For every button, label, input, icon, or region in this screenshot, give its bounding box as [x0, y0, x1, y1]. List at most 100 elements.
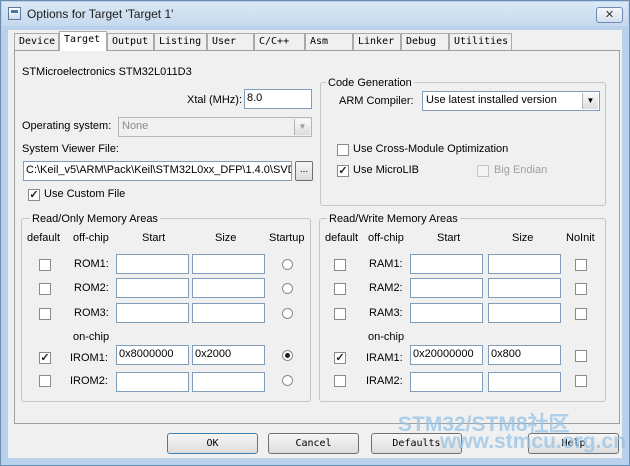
- iram2-noinit-checkbox[interactable]: [575, 375, 587, 387]
- irom1-label: IROM1:: [70, 352, 108, 364]
- rom-header-default: default: [27, 232, 61, 244]
- watermark-line2: www.stmcu.org.cn: [440, 430, 626, 453]
- rom-header-size: Size: [215, 232, 237, 244]
- iram1-default-checkbox[interactable]: ✓: [334, 352, 346, 364]
- rom3-start-input[interactable]: [116, 303, 189, 323]
- rom2-start-input[interactable]: [116, 278, 189, 298]
- use-custom-file-checkbox[interactable]: ✓: [28, 189, 40, 201]
- irom2-startup-radio[interactable]: [282, 375, 293, 386]
- chevron-down-icon: ▼: [582, 93, 598, 109]
- irom2-default-checkbox[interactable]: [39, 375, 51, 387]
- rom2-default-checkbox[interactable]: [39, 283, 51, 295]
- rom3-startup-radio[interactable]: [282, 308, 293, 319]
- ram2-default-checkbox[interactable]: [334, 283, 346, 295]
- readwrite-memory-title: Read/Write Memory Areas: [327, 213, 460, 225]
- iram1-start-input[interactable]: 0x20000000: [410, 345, 483, 365]
- rom-header-startup: Startup: [269, 232, 305, 244]
- code-generation-title: Code Generation: [326, 77, 414, 89]
- xtal-input[interactable]: 8.0: [244, 89, 312, 109]
- irom2-start-input[interactable]: [116, 372, 189, 392]
- ram1-size-input[interactable]: [488, 254, 561, 274]
- ram3-start-input[interactable]: [410, 303, 483, 323]
- iram1-size-input[interactable]: 0x800: [488, 345, 561, 365]
- rom1-default-checkbox[interactable]: [39, 259, 51, 271]
- ram2-noinit-checkbox[interactable]: [575, 283, 587, 295]
- ram3-label: RAM3:: [369, 307, 403, 319]
- irom1-default-checkbox[interactable]: ✓: [39, 352, 51, 364]
- rom1-size-input[interactable]: [192, 254, 265, 274]
- tab-target[interactable]: Target: [59, 31, 107, 51]
- ram-header-offchip: off-chip: [368, 232, 404, 244]
- tab-device[interactable]: Device: [14, 33, 59, 50]
- irom1-size-input[interactable]: 0x2000: [192, 345, 265, 365]
- rom-onchip-label: on-chip: [73, 331, 110, 343]
- xtal-label: Xtal (MHz):: [187, 94, 242, 106]
- rom1-start-input[interactable]: [116, 254, 189, 274]
- tab-output[interactable]: Output: [107, 33, 154, 50]
- rom3-label: ROM3:: [74, 307, 109, 319]
- irom2-label: IROM2:: [70, 375, 108, 387]
- readonly-memory-title: Read/Only Memory Areas: [30, 213, 160, 225]
- rom-header-offchip: off-chip: [73, 232, 109, 244]
- rom3-size-input[interactable]: [192, 303, 265, 323]
- microlib-label: Use MicroLIB: [353, 164, 420, 176]
- rom-header-start: Start: [142, 232, 166, 244]
- iram2-label: IRAM2:: [366, 375, 403, 387]
- ram3-size-input[interactable]: [488, 303, 561, 323]
- system-viewer-input[interactable]: C:\Keil_v5\ARM\Pack\Keil\STM32L0xx_DFP\1…: [23, 161, 292, 181]
- ram-header-default: default: [325, 232, 359, 244]
- tab-utilities[interactable]: Utilities: [449, 33, 512, 50]
- cross-module-label: Use Cross-Module Optimization: [353, 143, 509, 155]
- close-button[interactable]: ✕: [596, 7, 623, 23]
- rom3-default-checkbox[interactable]: [39, 308, 51, 320]
- window-icon: [8, 7, 21, 20]
- use-custom-file-label: Use Custom File: [44, 188, 126, 200]
- arm-compiler-value: Use latest installed version: [426, 94, 557, 106]
- rom2-size-input[interactable]: [192, 278, 265, 298]
- tab-c-cpp[interactable]: C/C++: [254, 33, 305, 50]
- iram2-default-checkbox[interactable]: [334, 375, 346, 387]
- tab-asm[interactable]: Asm: [305, 33, 353, 50]
- operating-system-label: Operating system:: [22, 120, 112, 132]
- window-title: Options for Target 'Target 1': [27, 7, 174, 21]
- ram1-noinit-checkbox[interactable]: [575, 259, 587, 271]
- title-bar[interactable]: Options for Target 'Target 1' ✕: [2, 2, 628, 26]
- tab-debug[interactable]: Debug: [401, 33, 449, 50]
- iram2-size-input[interactable]: [488, 372, 561, 392]
- ok-button[interactable]: OK: [167, 433, 258, 454]
- irom1-start-input[interactable]: 0x8000000: [116, 345, 189, 365]
- ram1-start-input[interactable]: [410, 254, 483, 274]
- irom2-size-input[interactable]: [192, 372, 265, 392]
- big-endian-label: Big Endian: [494, 164, 548, 176]
- rom1-startup-radio[interactable]: [282, 259, 293, 270]
- big-endian-checkbox[interactable]: [477, 165, 489, 177]
- iram1-noinit-checkbox[interactable]: [575, 350, 587, 362]
- operating-system-select[interactable]: None ▼: [118, 117, 312, 137]
- ram3-default-checkbox[interactable]: [334, 308, 346, 320]
- chevron-down-icon: ▼: [294, 119, 310, 135]
- ram-header-start: Start: [437, 232, 461, 244]
- rom2-startup-radio[interactable]: [282, 283, 293, 294]
- ram-header-noinit: NoInit: [566, 232, 595, 244]
- ram1-default-checkbox[interactable]: [334, 259, 346, 271]
- tab-user[interactable]: User: [207, 33, 254, 50]
- arm-compiler-label: ARM Compiler:: [339, 95, 414, 107]
- iram2-start-input[interactable]: [410, 372, 483, 392]
- cross-module-checkbox[interactable]: [337, 144, 349, 156]
- ram-header-size: Size: [512, 232, 534, 244]
- ram1-label: RAM1:: [369, 258, 403, 270]
- ram-onchip-label: on-chip: [368, 331, 405, 343]
- operating-system-value: None: [122, 120, 149, 132]
- microlib-checkbox[interactable]: ✓: [337, 165, 349, 177]
- tab-linker[interactable]: Linker: [353, 33, 401, 50]
- browse-button[interactable]: ...: [295, 161, 313, 181]
- ram3-noinit-checkbox[interactable]: [575, 308, 587, 320]
- cancel-button[interactable]: Cancel: [268, 433, 359, 454]
- arm-compiler-select[interactable]: Use latest installed version ▼: [422, 91, 600, 111]
- ram2-start-input[interactable]: [410, 278, 483, 298]
- rom2-label: ROM2:: [74, 282, 109, 294]
- tab-listing[interactable]: Listing: [154, 33, 207, 50]
- system-viewer-label: System Viewer File:: [22, 143, 119, 155]
- irom1-startup-radio[interactable]: [282, 350, 293, 361]
- ram2-size-input[interactable]: [488, 278, 561, 298]
